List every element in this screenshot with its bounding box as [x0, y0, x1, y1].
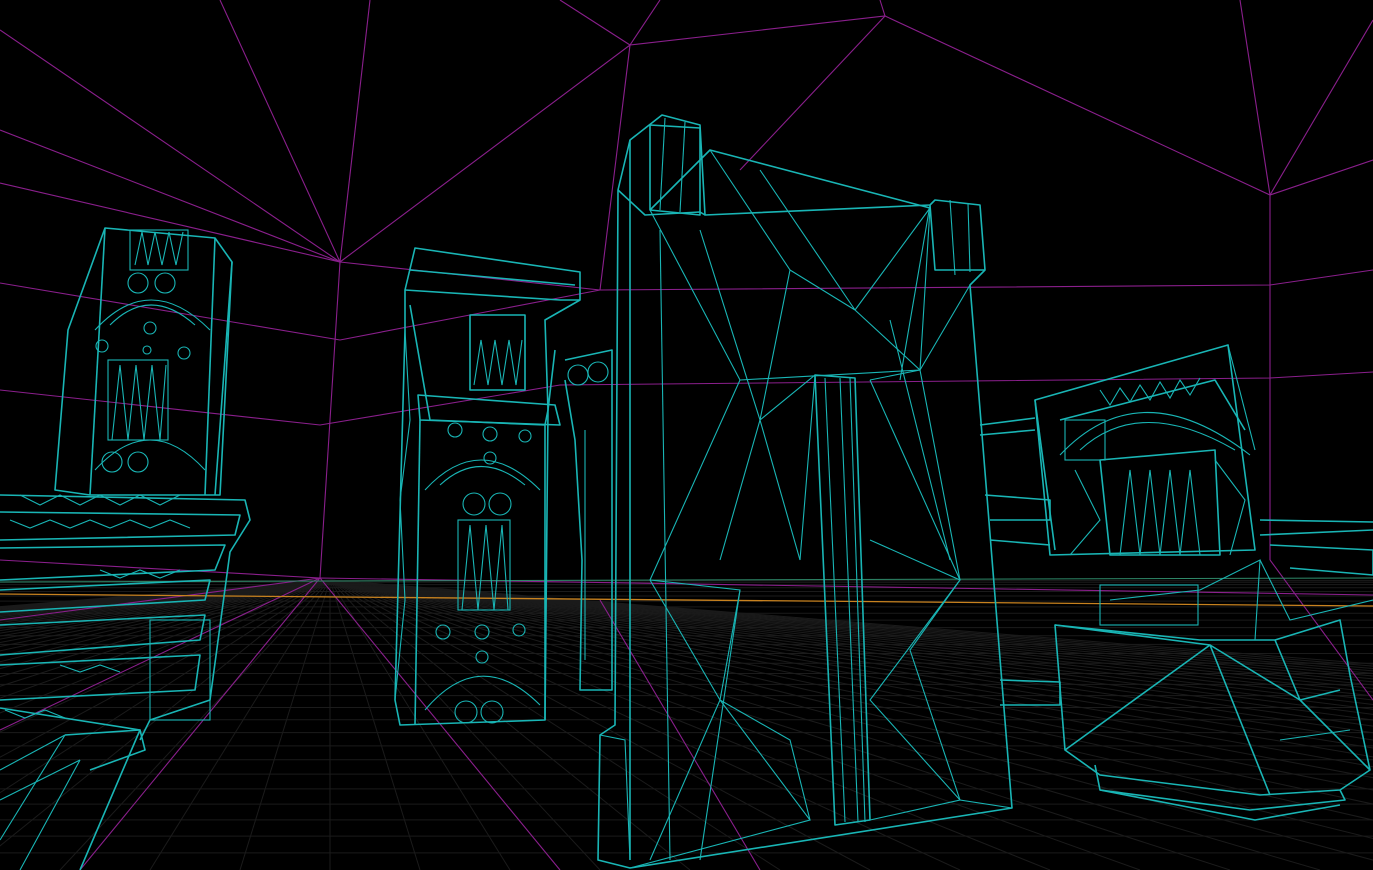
3d-viewport[interactable]: [0, 0, 1373, 870]
left-carved-pillar[interactable]: [54, 227, 233, 496]
floor-grid: [0, 579, 1373, 870]
wireframe-scene: [0, 0, 1373, 870]
sky-dome-wireframe: [0, 0, 1373, 870]
center-wall-slab[interactable]: [597, 114, 1013, 869]
right-arch-ruin[interactable]: [1034, 344, 1256, 556]
left-stair-ruin[interactable]: [0, 494, 251, 870]
